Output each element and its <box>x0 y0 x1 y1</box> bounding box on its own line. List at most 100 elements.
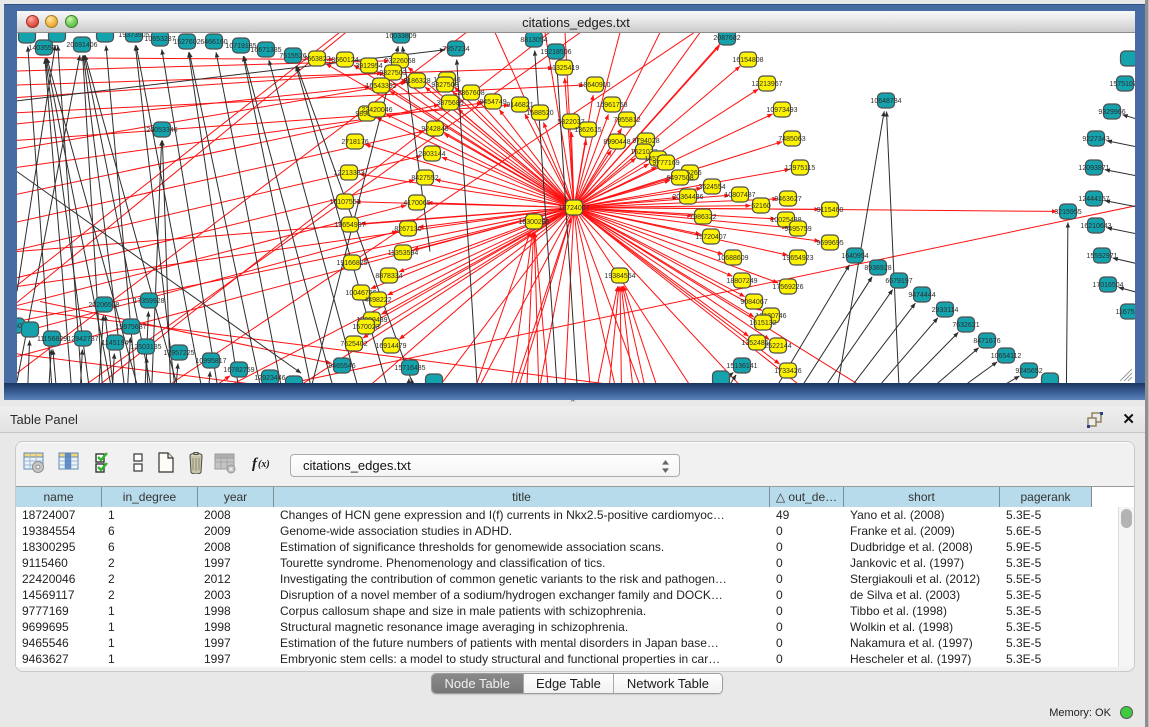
table-cell[interactable]: 5.3E-5 <box>1000 635 1092 651</box>
table-cell[interactable]: 14569117 <box>16 587 102 603</box>
table-cell[interactable]: 1 <box>102 619 198 635</box>
network-table-select[interactable]: citations_edges.txt <box>290 454 680 477</box>
table-cell[interactable]: 9777169 <box>16 603 102 619</box>
table-cell[interactable]: Disruption of a novel member of a sodium… <box>274 587 770 603</box>
table-row[interactable]: 911546021997Tourette syndrome. Phenomeno… <box>16 555 1118 571</box>
graph-node[interactable] <box>97 33 114 42</box>
table-row[interactable]: 1938455462009Genome-wide association stu… <box>16 523 1118 539</box>
table-cell[interactable]: 0 <box>770 571 844 587</box>
table-cell[interactable]: 1997 <box>198 651 274 667</box>
table-cell[interactable]: 2 <box>102 555 198 571</box>
table-cell[interactable]: Hescheler et al. (1997) <box>844 651 1000 667</box>
table-cell[interactable]: 6 <box>102 539 198 555</box>
table-cell[interactable]: 0 <box>770 587 844 603</box>
table-cell[interactable]: 49 <box>770 507 844 523</box>
column-header-pagerank[interactable]: pagerank <box>1000 487 1092 507</box>
scrollbar-thumb[interactable] <box>1121 509 1132 528</box>
network-canvas[interactable]: 1403557120691406193735051065328715276026… <box>17 33 1135 384</box>
table-cell[interactable]: 5.3E-5 <box>1000 507 1092 523</box>
table-cell[interactable]: 1997 <box>198 555 274 571</box>
table-cell[interactable]: Corpus callosum shape and size in male p… <box>274 603 770 619</box>
table-mode-icon[interactable] <box>23 451 45 474</box>
table-row[interactable]: 2242004622012Investigating the contribut… <box>16 571 1118 587</box>
table-row[interactable]: 977716911998Corpus callosum shape and si… <box>16 603 1118 619</box>
resize-grip-icon[interactable] <box>1119 368 1133 382</box>
table-cell[interactable]: 1 <box>102 635 198 651</box>
column-header-title[interactable]: title <box>274 487 770 507</box>
network-graph[interactable]: 1403557120691406193735051065328715276026… <box>17 33 1135 384</box>
table-cell[interactable]: 5.3E-5 <box>1000 619 1092 635</box>
graph-node[interactable] <box>19 33 36 43</box>
table-cell[interactable]: 9699695 <box>16 619 102 635</box>
table-cell[interactable]: Estimation of the future numbers of pati… <box>274 635 770 651</box>
table-cell[interactable]: 2012 <box>198 571 274 587</box>
column-header-short[interactable]: short <box>844 487 1000 507</box>
table-cell[interactable]: Tibbo et al. (1998) <box>844 603 1000 619</box>
table-cell[interactable]: 1 <box>102 651 198 667</box>
table-cell[interactable]: Nakamura et al. (1997) <box>844 635 1000 651</box>
table-cell[interactable]: 9115460 <box>16 555 102 571</box>
table-cell[interactable]: 22420046 <box>16 571 102 587</box>
table-row[interactable]: 1456911722003Disruption of a novel membe… <box>16 587 1118 603</box>
column-header-out_de[interactable]: △ out_de… <box>770 487 844 507</box>
table-cell[interactable]: de Silva et al. (2003) <box>844 587 1000 603</box>
select-columns-icon[interactable] <box>94 451 116 474</box>
table-cell[interactable]: Tourette syndrome. Phenomenology and cla… <box>274 555 770 571</box>
table-cell[interactable]: Franke et al. (2009) <box>844 523 1000 539</box>
table-cell[interactable]: 0 <box>770 635 844 651</box>
network-window-titlebar[interactable]: citations_edges.txt <box>17 11 1135 33</box>
table-row[interactable]: 946554611997Estimation of the future num… <box>16 635 1118 651</box>
table-cell[interactable]: 1998 <box>198 619 274 635</box>
table-cell[interactable]: 1 <box>102 507 198 523</box>
table-cell[interactable]: 5.3E-5 <box>1000 587 1092 603</box>
table-cell[interactable]: Investigating the contribution of common… <box>274 571 770 587</box>
table-cell[interactable]: Yano et al. (2008) <box>844 507 1000 523</box>
table-cell[interactable]: 0 <box>770 619 844 635</box>
table-cell[interactable]: 0 <box>770 523 844 539</box>
table-cell[interactable]: Changes of HCN gene expression and I(f) … <box>274 507 770 523</box>
function-builder-icon[interactable]: f(x) <box>251 451 273 474</box>
column-header-year[interactable]: year <box>198 487 274 507</box>
table-cell[interactable]: 18724007 <box>16 507 102 523</box>
table-cell[interactable]: 5.3E-5 <box>1000 555 1092 571</box>
tab-network-table[interactable]: Network Table <box>614 674 721 693</box>
tab-edge-table[interactable]: Edge Table <box>524 674 615 693</box>
table-cell[interactable]: 5.3E-5 <box>1000 651 1092 667</box>
table-cell[interactable]: 5.6E-5 <box>1000 523 1092 539</box>
close-panel-icon[interactable]: ✕ <box>1122 412 1135 427</box>
table-cell[interactable]: Structural magnetic resonance image aver… <box>274 619 770 635</box>
float-window-icon[interactable] <box>1087 412 1104 428</box>
table-cell[interactable]: 0 <box>770 555 844 571</box>
show-columns-icon[interactable] <box>58 451 80 474</box>
table-row[interactable]: 1872400712008Changes of HCN gene express… <box>16 507 1118 523</box>
table-cell[interactable]: Wolkin et al. (1998) <box>844 619 1000 635</box>
graph-node[interactable] <box>1121 51 1136 66</box>
table-cell[interactable]: Dudbridge et al. (2008) <box>844 539 1000 555</box>
table-cell[interactable]: 2009 <box>198 523 274 539</box>
table-cell[interactable]: Stergiakouli et al. (2012) <box>844 571 1000 587</box>
table-cell[interactable]: 5.5E-5 <box>1000 571 1092 587</box>
row-height-icon[interactable] <box>127 451 149 474</box>
delete-table-icon[interactable] <box>185 451 207 474</box>
table-cell[interactable]: Jankovic et al. (1997) <box>844 555 1000 571</box>
graph-node[interactable] <box>49 33 66 42</box>
table-row[interactable]: 969969511998Structural magnetic resonanc… <box>16 619 1118 635</box>
table-cell[interactable]: 0 <box>770 539 844 555</box>
table-cell[interactable]: Embryonic stem cells: a model to study s… <box>274 651 770 667</box>
table-cell[interactable]: 19384554 <box>16 523 102 539</box>
tab-node-table[interactable]: Node Table <box>432 674 524 693</box>
table-cell[interactable]: 0 <box>770 603 844 619</box>
table-cell[interactable]: Estimation of significance thresholds fo… <box>274 539 770 555</box>
table-cell[interactable]: 1 <box>102 603 198 619</box>
table-cell[interactable]: 2 <box>102 571 198 587</box>
table-cell[interactable]: Genome-wide association studies in ADHD. <box>274 523 770 539</box>
table-row[interactable]: 946362711997Embryonic stem cells: a mode… <box>16 651 1118 667</box>
column-header-name[interactable]: name <box>16 487 102 507</box>
table-cell[interactable]: 18300295 <box>16 539 102 555</box>
table-cell[interactable]: 9465546 <box>16 635 102 651</box>
table-cell[interactable]: 5.3E-5 <box>1000 603 1092 619</box>
table-cell[interactable]: 1998 <box>198 603 274 619</box>
table-row[interactable]: 1830029562008Estimation of significance … <box>16 539 1118 555</box>
table-vertical-scrollbar[interactable] <box>1118 507 1134 667</box>
column-header-in_degree[interactable]: in_degree <box>102 487 198 507</box>
